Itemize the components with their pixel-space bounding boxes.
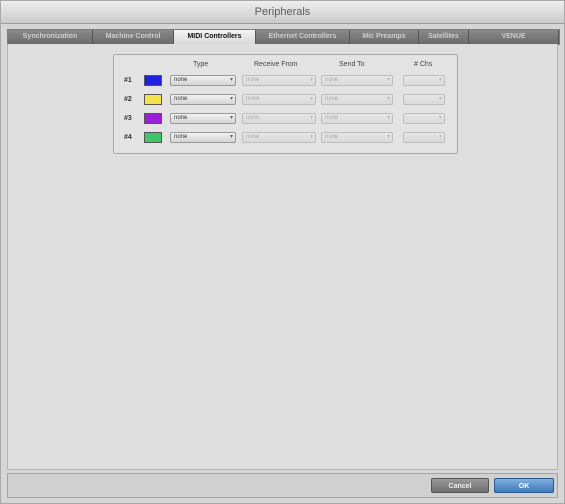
ok-button[interactable]: OK [494,478,554,493]
tab-bar: Synchronization Machine Control MIDI Con… [7,29,560,45]
chevron-down-icon: ▾ [229,134,233,140]
chevron-down-icon: ▾ [438,77,442,83]
chevron-down-icon: ▾ [229,115,233,121]
chevron-down-icon: ▾ [309,115,313,121]
tab-venue[interactable]: VENUE [469,30,559,44]
chevron-down-icon: ▾ [386,115,390,121]
chevron-down-icon: ▾ [386,77,390,83]
tab-machine-control[interactable]: Machine Control [93,30,174,44]
chevron-down-icon: ▾ [309,96,313,102]
row-label: #2 [124,96,132,103]
chevron-down-icon: ▾ [309,134,313,140]
row-label: #3 [124,115,132,122]
type-select[interactable]: none ▾ [170,94,236,105]
tab-midi-controllers[interactable]: MIDI Controllers [174,30,256,44]
type-select[interactable]: none ▾ [170,75,236,86]
row-label: #1 [124,77,132,84]
header-type: Type [193,61,209,68]
color-swatch[interactable] [144,75,162,86]
tab-mic-preamps[interactable]: Mic Preamps [350,30,419,44]
controller-row-3: #3 none ▾ none ▾ none ▾ ▾ [114,112,457,126]
controller-row-4: #4 none ▾ none ▾ none ▾ ▾ [114,131,457,145]
color-swatch[interactable] [144,113,162,124]
chevron-down-icon: ▾ [438,115,442,121]
peripherals-window: Peripherals Synchronization Machine Cont… [0,0,565,504]
type-select[interactable]: none ▾ [170,113,236,124]
color-swatch[interactable] [144,94,162,105]
midi-controllers-panel: Type Receive From Send To # Chs #1 none ▾… [113,54,458,154]
chevron-down-icon: ▾ [309,77,313,83]
send-to-select[interactable]: none ▾ [321,75,393,86]
num-chs-select[interactable]: ▾ [403,132,445,143]
window-title: Peripherals [1,1,564,24]
tab-synchronization[interactable]: Synchronization [8,30,93,44]
chevron-down-icon: ▾ [386,134,390,140]
chevron-down-icon: ▾ [229,77,233,83]
header-send-to: Send To [339,61,365,68]
header-receive-from: Receive From [254,61,298,68]
tab-satellites[interactable]: Satellites [419,30,469,44]
num-chs-select[interactable]: ▾ [403,113,445,124]
dialog-footer: Cancel OK [7,473,558,498]
controller-row-1: #1 none ▾ none ▾ none ▾ ▾ [114,74,457,88]
num-chs-select[interactable]: ▾ [403,75,445,86]
num-chs-select[interactable]: ▾ [403,94,445,105]
header-num-chs: # Chs [414,61,433,68]
send-to-select[interactable]: none ▾ [321,94,393,105]
cancel-button[interactable]: Cancel [431,478,489,493]
receive-from-select[interactable]: none ▾ [242,113,316,124]
tab-content: Type Receive From Send To # Chs #1 none ▾… [7,44,558,470]
tab-ethernet-controllers[interactable]: Ethernet Controllers [256,30,350,44]
chevron-down-icon: ▾ [229,96,233,102]
receive-from-select[interactable]: none ▾ [242,94,316,105]
send-to-select[interactable]: none ▾ [321,113,393,124]
controller-row-2: #2 none ▾ none ▾ none ▾ ▾ [114,93,457,107]
chevron-down-icon: ▾ [386,96,390,102]
chevron-down-icon: ▾ [438,96,442,102]
receive-from-select[interactable]: none ▾ [242,132,316,143]
receive-from-select[interactable]: none ▾ [242,75,316,86]
chevron-down-icon: ▾ [438,134,442,140]
color-swatch[interactable] [144,132,162,143]
row-label: #4 [124,134,132,141]
send-to-select[interactable]: none ▾ [321,132,393,143]
type-select[interactable]: none ▾ [170,132,236,143]
